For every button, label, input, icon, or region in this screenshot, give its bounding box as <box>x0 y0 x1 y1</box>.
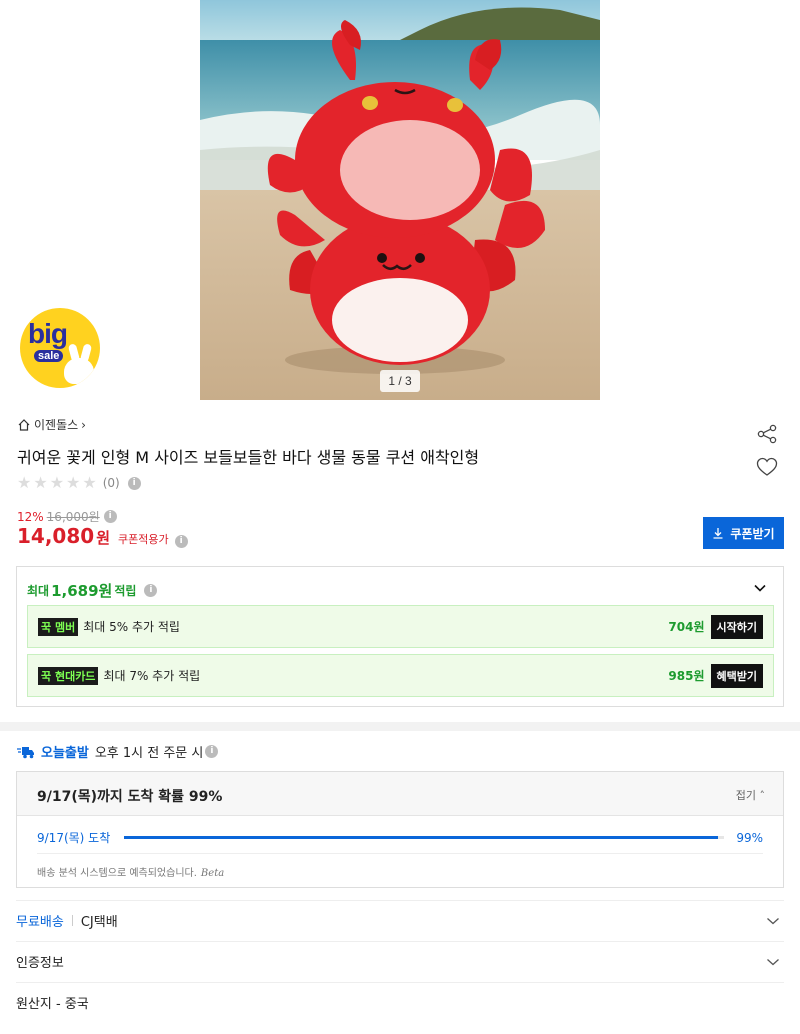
share-icon[interactable] <box>756 423 778 445</box>
shipping-row[interactable]: 무료배송 CJ택배 <box>16 900 784 940</box>
beta-label: Beta <box>200 868 225 879</box>
star-icon: ★ <box>66 473 81 492</box>
info-icon[interactable]: i <box>103 510 117 523</box>
prediction-note: 배송 분석 시스템으로 예측되었습니다. Beta <box>37 864 224 879</box>
benefit-points: 704원 <box>668 620 705 634</box>
reward-panel: 최대 1,689원 적립 i 꾹 멤버 최대 5% 추가 적립 704원 시작하… <box>16 566 784 707</box>
star-icon: ★ <box>17 473 32 492</box>
note-text: 배송 분석 시스템으로 예측되었습니다. <box>37 868 197 879</box>
section-divider <box>0 722 800 731</box>
price-unit: 원 <box>96 529 110 547</box>
chevron-down-icon[interactable] <box>753 581 767 595</box>
today-shipping: 오늘출발 오후 1시 전 주문 시 i <box>17 742 219 761</box>
start-button[interactable]: 시작하기 <box>710 614 763 639</box>
badge-sale-text: sale <box>34 350 64 362</box>
info-icon[interactable]: i <box>174 535 188 548</box>
rating[interactable]: ★ ★ ★ ★ ★ (0) i <box>17 475 141 491</box>
discount-row: 12% 16,000원 i <box>17 508 117 525</box>
arrival-row: 9/17(목) 도착 99% <box>37 829 763 846</box>
bunny-icon <box>64 358 94 384</box>
image-counter: 1 / 3 <box>380 370 420 392</box>
reward-prefix: 최대 <box>27 584 50 598</box>
star-icon: ★ <box>82 473 97 492</box>
final-price: 14,080 <box>17 524 95 548</box>
benefit-member: 꾹 멤버 최대 5% 추가 적립 704원 시작하기 <box>27 605 774 648</box>
benefit-points: 985원 <box>668 669 705 683</box>
original-price: 16,000원 <box>46 510 100 524</box>
coupon-price-label: 쿠폰적용가 <box>118 533 169 546</box>
benefit-tag: 꾹 현대카드 <box>38 666 99 685</box>
price-row: 14,080 원 쿠폰적용가 i <box>17 524 188 548</box>
big-sale-badge: big sale <box>20 308 100 388</box>
benefit-text: 최대 7% 추가 적립 <box>103 669 201 683</box>
separator <box>71 915 73 926</box>
product-image[interactable] <box>200 0 600 400</box>
carrier: CJ택배 <box>80 915 118 930</box>
fold-toggle[interactable]: 접기 ˄ <box>736 787 765 803</box>
review-count: (0) <box>102 476 120 490</box>
coupon-button-label: 쿠폰받기 <box>730 526 775 541</box>
divider <box>37 853 763 854</box>
download-icon <box>713 528 723 539</box>
reward-summary[interactable]: 최대 1,689원 적립 i <box>27 580 158 601</box>
probability-bar-fill <box>124 836 719 839</box>
benefit-text: 최대 5% 추가 적립 <box>83 620 180 634</box>
certification-row[interactable]: 인증정보 <box>16 941 784 981</box>
benefit-tag: 꾹 멤버 <box>38 617 79 636</box>
get-benefit-button[interactable]: 혜택받기 <box>710 663 763 688</box>
delivery-prediction: 9/17(목)까지 도착 확률 99% 접기 ˄ 9/17(목) 도착 99% … <box>16 771 784 888</box>
arrival-date: 9/17(목) 도착 <box>37 831 111 845</box>
fold-label: 접기 <box>735 789 756 802</box>
star-icon: ★ <box>33 473 48 492</box>
origin-label: 원산지 - 중국 <box>16 997 89 1012</box>
today-label: 오늘출발 <box>41 746 89 761</box>
chevron-down-icon <box>767 918 779 925</box>
probability-bar <box>124 836 725 839</box>
free-shipping: 무료배송 <box>16 915 64 930</box>
chevron-up-icon: ˄ <box>759 789 766 802</box>
shop-name: 이젠돌스 <box>34 418 79 432</box>
info-icon[interactable]: i <box>127 476 141 490</box>
badge-big-text: big <box>28 318 68 349</box>
today-text: 오후 1시 전 주문 시 <box>94 746 204 761</box>
star-icon: ★ <box>49 473 65 492</box>
product-title: 귀여운 꽃게 인형 M 사이즈 보들보들한 바다 생물 동물 쿠션 애착인형 <box>17 448 480 467</box>
shop-link[interactable]: 이젠돌스 › <box>17 416 86 433</box>
chevron-down-icon <box>767 959 779 966</box>
delivery-headline: 9/17(목)까지 도착 확률 99% <box>37 789 223 805</box>
certification-label: 인증정보 <box>16 956 64 971</box>
reward-amount: 1,689원 <box>51 582 113 600</box>
discount-rate: 12% <box>17 509 44 524</box>
fast-delivery-icon <box>17 746 34 758</box>
heart-icon[interactable] <box>756 457 778 477</box>
info-icon[interactable]: i <box>205 745 219 758</box>
chevron-right-icon: › <box>81 417 86 432</box>
home-icon <box>18 418 30 431</box>
info-icon[interactable]: i <box>144 584 158 597</box>
reward-suffix: 적립 <box>114 584 137 598</box>
delivery-header: 9/17(목)까지 도착 확률 99% 접기 ˄ <box>17 772 783 816</box>
probability-label: 99% <box>736 830 763 845</box>
coupon-download-button[interactable]: 쿠폰받기 <box>703 517 784 549</box>
origin-row: 원산지 - 중국 <box>16 982 784 1022</box>
benefit-card: 꾹 현대카드 최대 7% 추가 적립 985원 혜택받기 <box>27 654 774 697</box>
